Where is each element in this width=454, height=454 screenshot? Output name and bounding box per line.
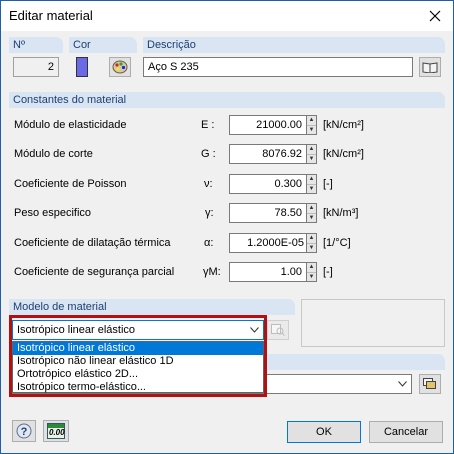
dropdown-option[interactable]: Ortotrópico elástico 2D... [13,368,263,381]
material-model-details-button[interactable] [267,320,289,340]
elasticity-modulus-unit: [kN/cm²] [323,119,364,131]
thermal-expansion-spinner[interactable]: ▲ ▼ [307,233,317,253]
shear-modulus-unit: [kN/cm²] [323,148,364,160]
number-group-header: Nº [9,37,63,53]
partial-safety-factor-label: Coeficiente de segurança parcial [14,266,175,278]
chevron-down-icon [398,381,407,387]
svg-text:?: ? [21,426,28,438]
color-swatch[interactable] [76,57,88,77]
partial-safety-factor-spinner[interactable]: ▲ ▼ [307,262,317,282]
thermal-expansion-unit: [1/°C] [323,237,351,249]
material-model-selected: Isotrópico linear elástico [17,324,136,336]
material-model-side-panel [301,299,445,347]
material-number-field: 2 [13,57,59,77]
dialog-title: Editar material [9,8,93,23]
dropdown-option[interactable]: Isotrópico linear elástico [13,342,263,355]
number-group: Nº 2 [9,37,63,85]
elasticity-modulus-label: Módulo de elasticidade [14,119,127,131]
description-input[interactable]: Aço S 235 [143,57,413,77]
color-group-header: Cor [69,37,137,53]
partial-safety-factor-unit: [-] [323,266,333,278]
ok-button[interactable]: OK [287,421,361,443]
units-icon-text: 0.00 [49,428,65,437]
shear-modulus-input[interactable]: 8076.92 [229,144,307,164]
help-button[interactable]: ? [12,420,36,442]
shear-modulus-symbol: G : [201,148,216,160]
shear-modulus-spinner[interactable]: ▲ ▼ [307,144,317,164]
dropdown-option[interactable]: Isotrópico termo-elástico... [13,381,263,394]
thermal-expansion-symbol: α: [204,237,214,249]
color-group: Cor [69,37,137,85]
help-icon: ? [16,423,32,439]
poisson-ratio-spinner[interactable]: ▲ ▼ [307,174,317,194]
description-group-header: Descrição [143,37,445,53]
lower-details-button[interactable] [419,374,441,394]
specific-weight-input[interactable]: 78.50 [229,203,307,223]
partial-safety-factor-symbol: γM: [203,266,221,278]
units-decimals-icon: 0.00 [47,423,65,439]
poisson-ratio-input[interactable]: 0.300 [229,174,307,194]
specific-weight-unit: [kN/m³] [323,207,359,219]
elasticity-modulus-symbol: E : [201,119,215,131]
cancel-button[interactable]: Cancelar [369,421,443,443]
elasticity-modulus-input[interactable]: 21000.00 [229,115,307,135]
material-model-header: Modelo de material [9,299,295,315]
title-bar: Editar material [1,1,453,31]
chevron-down-icon [250,327,259,333]
poisson-ratio-symbol: ν: [204,178,213,190]
specific-weight-label: Peso especifico [14,207,92,219]
shear-modulus-label: Módulo de corte [14,148,93,160]
window-stack-icon [423,378,436,389]
poisson-ratio-label: Coeficiente de Poisson [14,178,127,190]
material-model-select[interactable]: Isotrópico linear elástico [12,320,264,340]
material-model-dropdown: Isotrópico linear elástico Isotrópico nã… [12,341,264,393]
close-icon[interactable] [425,6,445,26]
thermal-expansion-input[interactable]: 1.2000E-05 [229,233,307,253]
partial-safety-factor-input[interactable]: 1.00 [229,262,307,282]
specific-weight-spinner[interactable]: ▲ ▼ [307,203,317,223]
units-decimals-button[interactable]: 0.00 [43,420,69,442]
color-palette-button[interactable] [109,57,131,77]
poisson-ratio-unit: [-] [323,178,333,190]
elasticity-modulus-spinner[interactable]: ▲ ▼ [307,115,317,135]
details-icon [271,324,285,336]
palette-icon [112,60,128,74]
material-constants-header: Constantes do material [9,92,445,108]
thermal-expansion-label: Coeficiente de dilatação térmica [14,237,171,249]
dropdown-option[interactable]: Isotrópico não linear elástico 1D [13,355,263,368]
material-library-button[interactable] [419,57,441,77]
library-book-icon [422,62,438,73]
edit-material-dialog: Editar material Nº 2 Cor Descrição Aço S… [0,0,454,454]
specific-weight-symbol: γ: [205,207,214,219]
description-group: Descrição Aço S 235 [143,37,445,85]
